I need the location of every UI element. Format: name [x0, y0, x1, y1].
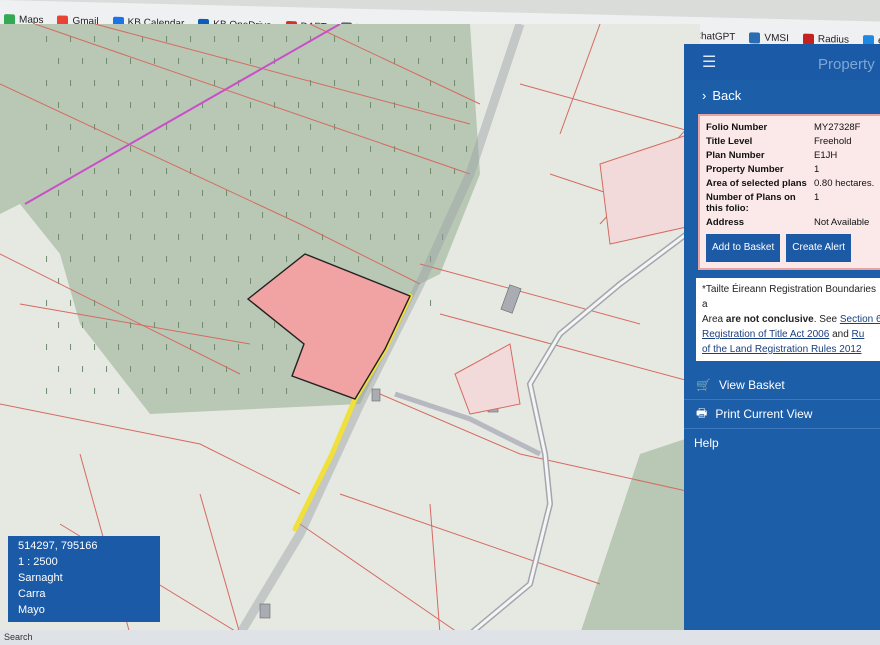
info-value: E1JH: [814, 150, 838, 161]
info-label: Folio Number: [706, 122, 768, 133]
cart-icon: 🛒: [696, 378, 711, 392]
print-view-label: Print Current View: [715, 407, 813, 421]
info-row: Property Number 1: [706, 164, 880, 175]
bookmark-icon: [802, 33, 814, 45]
info-label: Area of selected plans: [706, 178, 807, 189]
view-basket-link[interactable]: 🛒 View Basket: [684, 371, 880, 399]
property-info-card: Folio Number MY27328F Title Level Freehold P…: [698, 114, 880, 270]
registration-notice: *Tailte Éireann Registration Boundaries …: [696, 278, 880, 361]
info-label: Title Level: [706, 136, 753, 147]
townland-name: Sarnaght: [18, 572, 63, 584]
view-basket-label: View Basket: [718, 378, 785, 392]
info-value: 1: [814, 192, 820, 203]
taskbar: Search: [0, 630, 880, 645]
map-scale: 1 : 2500: [18, 556, 58, 568]
info-label: Property Number: [706, 164, 784, 175]
info-label: Address: [706, 217, 745, 228]
panel-header: ☰ Property: [684, 44, 880, 80]
info-label: Number of Plans on this folio:: [706, 192, 796, 214]
bookmark-item[interactable]: VMSI: [749, 31, 789, 44]
back-label: Back: [712, 87, 742, 103]
help-link[interactable]: Help: [684, 429, 880, 457]
info-row: Plan Number E1JH: [706, 150, 880, 161]
info-row: Title Level Freehold: [706, 136, 880, 147]
info-label: Plan Number: [706, 150, 765, 161]
land-registration-rules-link[interactable]: of the Land Registration Rules 2012: [702, 344, 862, 355]
info-value: Not Available: [814, 217, 870, 228]
info-value: 0.80 hectares.: [814, 178, 875, 189]
registration-act-link[interactable]: Registration of Title Act 2006: [702, 329, 829, 340]
panel-title: Property: [818, 56, 875, 73]
barony-name: Carra: [18, 588, 46, 600]
info-value: 1: [814, 164, 820, 175]
info-row: Area of selected plans 0.80 hectares.: [706, 178, 880, 189]
notice-bold: are not conclusive: [725, 314, 814, 325]
info-row: Number of Plans on this folio: 1: [706, 192, 880, 214]
bookmark-label: VMSI: [764, 32, 789, 44]
back-link[interactable]: › Back: [684, 80, 880, 110]
create-alert-button[interactable]: Create Alert: [786, 234, 852, 262]
notice-and: and: [829, 329, 852, 340]
printer-icon: 🖶: [696, 405, 708, 420]
property-side-panel: ☰ Property › Back Folio Number MY27328F Ti…: [684, 44, 880, 630]
taskbar-search[interactable]: Search: [4, 632, 33, 642]
coordinate-readout: 514297, 795166: [18, 540, 98, 552]
help-label: Help: [694, 436, 719, 450]
print-view-link[interactable]: 🖶 Print Current View: [684, 400, 880, 428]
notice-text: Area: [702, 314, 726, 325]
info-row: Address Not Available: [706, 217, 880, 228]
info-value: MY27328F: [814, 122, 861, 133]
hamburger-icon[interactable]: ☰: [702, 52, 716, 72]
section-link[interactable]: Section 6: [840, 314, 880, 325]
bookmark-icon: [749, 31, 761, 44]
county-name: Mayo: [18, 604, 45, 616]
rules-link[interactable]: Ru: [852, 329, 865, 340]
info-value: Freehold: [814, 136, 852, 147]
coordinate-panel: 514297, 795166 1 : 2500 Sarnaght Carra M…: [8, 536, 160, 622]
add-to-basket-button[interactable]: Add to Basket: [706, 234, 781, 262]
notice-text-see: . See: [813, 314, 840, 325]
info-row: Folio Number MY27328F: [706, 122, 880, 133]
chevron-right-icon: ›: [702, 87, 707, 103]
notice-line1: *Tailte Éireann Registration Boundaries …: [702, 284, 876, 310]
